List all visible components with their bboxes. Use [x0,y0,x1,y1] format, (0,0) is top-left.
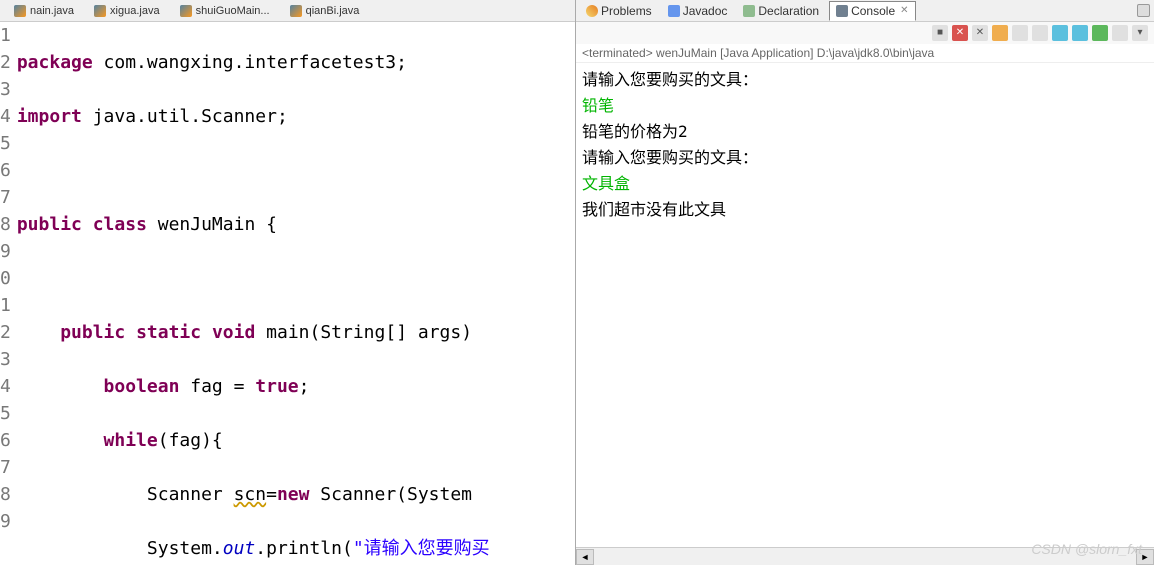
javadoc-icon [668,5,680,17]
remove-terminated-button[interactable]: ✕ [952,25,968,41]
java-icon [14,5,26,17]
console-icon [836,5,848,17]
java-icon [94,5,106,17]
tab-shuiguomain[interactable]: shuiGuoMain... [170,3,280,19]
tab-problems[interactable]: Problems [580,2,658,20]
tab-declaration[interactable]: Declaration [737,2,825,20]
problems-icon [586,5,598,17]
input-line: 铅笔 [582,93,1148,119]
java-icon [180,5,192,17]
line-gutter: 1234567890123456789 [0,22,15,565]
editor-tabs: nain.java xigua.java shuiGuoMain... qian… [0,0,575,22]
view-tabs: Problems Javadoc Declaration Console✕ [576,0,1154,22]
minimize-icon[interactable] [1137,4,1150,17]
remove-all-button[interactable]: ✕ [972,25,988,41]
terminated-label: <terminated> wenJuMain [Java Application… [576,44,1154,63]
clear-console-button[interactable] [992,25,1008,41]
tab-qianbi[interactable]: qianBi.java [280,3,370,19]
open-console-button[interactable] [1072,25,1088,41]
java-icon [290,5,302,17]
tab-console[interactable]: Console✕ [829,1,915,21]
tab-javadoc[interactable]: Javadoc [662,2,734,20]
menu-button[interactable]: ▾ [1132,25,1148,41]
tab-nain[interactable]: nain.java [4,3,84,19]
input-line: 文具盒 [582,171,1148,197]
pin-console-button[interactable] [1032,25,1048,41]
output-line: 请输入您要购买的文具： [582,67,1148,93]
scroll-right-icon[interactable]: ► [1136,549,1154,565]
code-content[interactable]: package com.wangxing.interfacetest3; imp… [15,22,575,565]
editor-pane: nain.java xigua.java shuiGuoMain... qian… [0,0,575,565]
output-line: 铅笔的价格为2 [582,119,1148,145]
console-output[interactable]: 请输入您要购买的文具： 铅笔 铅笔的价格为2 请输入您要购买的文具： 文具盒 我… [576,63,1154,547]
display-selected-button[interactable] [1052,25,1068,41]
declaration-icon [743,5,755,17]
output-line: 请输入您要购买的文具： [582,145,1148,171]
horizontal-scrollbar[interactable]: ◄ ► [576,547,1154,565]
code-area[interactable]: 1234567890123456789 package com.wangxing… [0,22,575,565]
close-icon[interactable]: ✕ [900,5,908,16]
terminate-button[interactable]: ■ [932,25,948,41]
console-toolbar: ■ ✕ ✕ ▾ [576,22,1154,44]
new-console-button[interactable] [1092,25,1108,41]
console-pane: Problems Javadoc Declaration Console✕ ■ … [575,0,1154,565]
scroll-left-icon[interactable]: ◄ [576,549,594,565]
toggle-button[interactable] [1112,25,1128,41]
output-line: 我们超市没有此文具 [582,197,1148,223]
scroll-lock-button[interactable] [1012,25,1028,41]
tab-xigua[interactable]: xigua.java [84,3,170,19]
